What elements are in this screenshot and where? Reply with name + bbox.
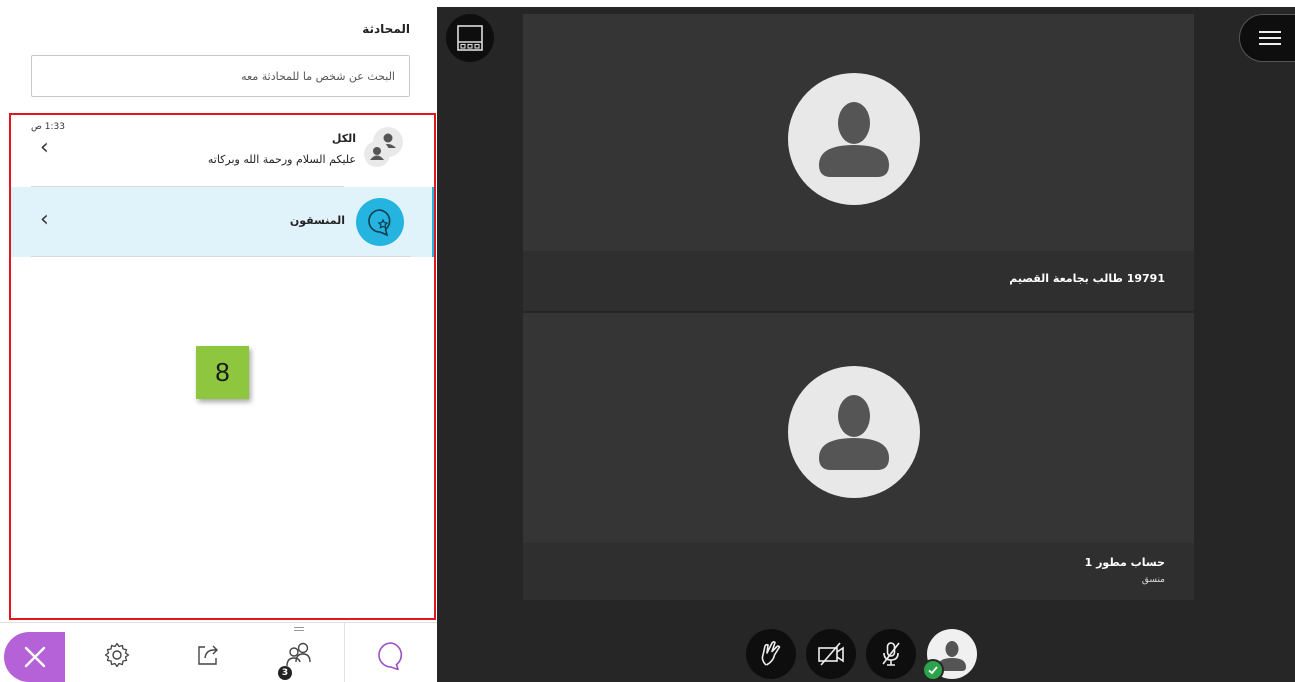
annotation-step-badge: 8 (196, 346, 249, 399)
toolbar-separator (344, 623, 345, 682)
hamburger-menu-icon (1259, 31, 1281, 45)
video-area: 19791 طالب بجامعة القصيم حساب مطور 1 منس… (437, 0, 1295, 682)
chevron-left-icon: ‹ (40, 207, 49, 232)
moderator-chat-icon (356, 198, 404, 246)
status-check-icon (922, 659, 944, 681)
close-panel-button[interactable] (4, 632, 65, 682)
chat-search-input[interactable] (32, 56, 409, 96)
microphone-toggle-button[interactable] (866, 629, 916, 679)
share-icon (198, 645, 218, 665)
session-menu-button[interactable] (1239, 14, 1295, 62)
mic-off-icon (882, 642, 900, 666)
participants-count-badge: 3 (278, 666, 292, 680)
chat-title: المحادثة (362, 22, 410, 36)
gear-icon (104, 642, 130, 668)
participant-name: حساب مطور 1 (1084, 556, 1165, 569)
group-avatar-icon (364, 125, 404, 167)
conversation-last-message: عليكم السلام ورحمة الله وبركاته (207, 153, 356, 166)
layout-toggle-button[interactable] (446, 14, 494, 62)
raise-hand-icon (761, 641, 781, 666)
chat-button[interactable] (371, 635, 411, 675)
close-icon (24, 646, 45, 668)
selected-accent (432, 187, 435, 257)
video-feed (523, 313, 1194, 543)
conversation-all[interactable]: 1:33 ص ‹ الكل عليكم السلام ورحمة الله وب… (11, 115, 433, 187)
participant-name: 19791 طالب بجامعة القصيم (1009, 272, 1165, 285)
conversation-time: 1:33 ص (31, 122, 65, 132)
layout-grid-icon (457, 25, 483, 51)
conversation-name: المنسقون (289, 214, 345, 227)
chat-search-box (31, 55, 410, 97)
drag-handle[interactable] (294, 627, 304, 631)
conversation-moderators[interactable]: ‹ المنسقون (11, 187, 435, 257)
chat-icon (378, 642, 403, 670)
video-feed (523, 14, 1194, 251)
top-strip (437, 0, 1295, 7)
chat-panel: المحادثة 1:33 ص ‹ الكل عليكم السلام ورحم… (0, 0, 437, 682)
camera-toggle-button[interactable] (806, 629, 856, 679)
participant-role: منسق (1141, 575, 1165, 585)
user-avatar-icon (788, 73, 920, 205)
settings-button[interactable] (97, 635, 137, 675)
conversation-name: الكل (331, 132, 356, 145)
chevron-left-icon: ‹ (40, 135, 49, 160)
panel-toolbar: 3 (0, 622, 437, 682)
people-icon (286, 642, 311, 667)
share-content-button[interactable] (188, 635, 228, 675)
video-tile-student[interactable]: 19791 طالب بجامعة القصيم (523, 14, 1194, 311)
camera-off-icon (818, 642, 844, 666)
video-tile-moderator[interactable]: حساب مطور 1 منسق (523, 313, 1194, 600)
raise-hand-button[interactable] (746, 629, 796, 679)
user-avatar-icon (788, 366, 920, 498)
divider (31, 256, 411, 257)
